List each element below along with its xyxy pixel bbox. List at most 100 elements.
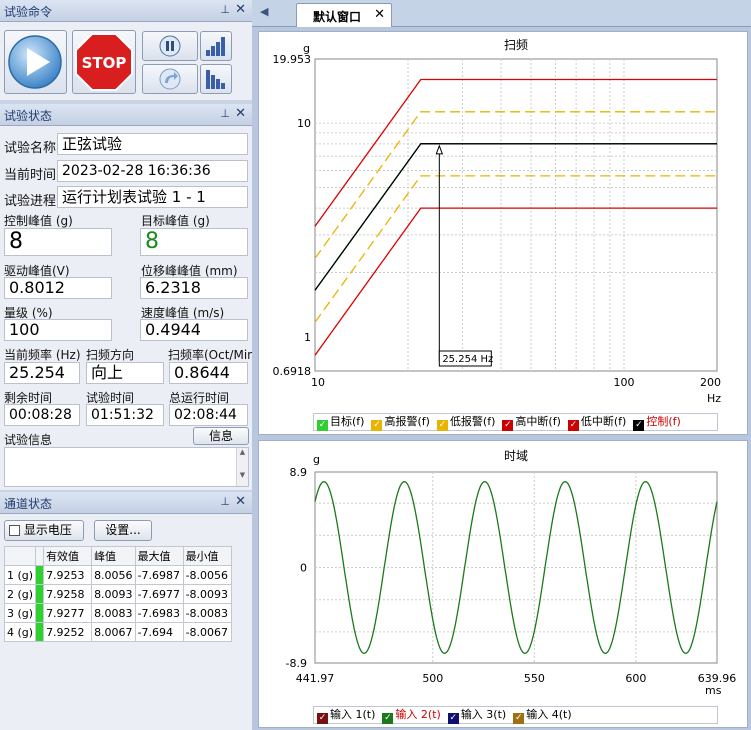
- channel-table: 有效值 峰值 最大值 最小值 1 (g) 7.9253 8.0056 -7.69…: [3, 546, 232, 642]
- document-area: ◀ 默认窗口 ✕ 扫频 g Hz 19.953 10 1 0.6918 10 100 200 25.…: [252, 0, 751, 730]
- pin-icon[interactable]: ⊥: [220, 3, 230, 16]
- y-tick-label: 0: [300, 562, 307, 575]
- sweep-direction-label: 扫频方向: [86, 348, 135, 362]
- tab-bar: ◀ 默认窗口 ✕: [252, 0, 751, 27]
- pin-icon[interactable]: ⊥: [220, 107, 230, 120]
- x-tick-label: 100: [613, 376, 634, 389]
- pause-button[interactable]: [142, 31, 198, 61]
- legend-checkbox-icon[interactable]: ✓: [567, 420, 579, 431]
- series-line: [314, 78, 717, 227]
- table-row[interactable]: 1 (g) 7.9253 8.0056 -7.6987 -8.0056: [3, 565, 232, 585]
- pin-icon[interactable]: ⊥: [220, 495, 230, 508]
- control-peak-value: 8: [4, 228, 112, 256]
- time-chart[interactable]: 时域 g ms 8.9 0 -8.9 441.97 500 550 600 639.96: [259, 441, 747, 727]
- x-tick-label: 600: [625, 672, 646, 685]
- min-cell: -8.0083: [182, 603, 232, 623]
- pause-icon: [159, 35, 181, 57]
- peak-cell: 8.0056: [91, 565, 136, 585]
- show-voltage-label: 显示电压: [23, 523, 72, 537]
- sweep-rate-value: 0.8644: [169, 362, 248, 384]
- peak-cell: 8.0093: [91, 584, 136, 604]
- series-line: [314, 111, 717, 259]
- continue-button[interactable]: [142, 64, 198, 94]
- current-frequency-value: 25.254: [4, 362, 80, 384]
- close-icon[interactable]: ✕: [235, 494, 246, 509]
- left-dock: 试验命令 ⊥ ✕ STOP 试验状态 ⊥ ✕ 试验名称 正弦试验 当前时间 20…: [0, 0, 259, 730]
- channel-panel-header: 通道状态 ⊥ ✕: [0, 492, 252, 514]
- remaining-time-value: 00:08:28: [4, 404, 80, 426]
- y-tick-label: 8.9: [290, 466, 308, 479]
- legend-item[interactable]: ✓ 控制(f): [630, 414, 681, 431]
- column-header: 峰值: [91, 546, 136, 566]
- legend-checkbox-icon[interactable]: ✓: [436, 420, 448, 431]
- control-peak-label: 控制峰值 (g): [4, 214, 73, 228]
- legend-checkbox-icon[interactable]: ✓: [371, 420, 383, 431]
- legend-item[interactable]: ✓ 低报警(f): [434, 414, 495, 431]
- info-button[interactable]: 信息: [193, 427, 249, 445]
- legend-checkbox-icon[interactable]: ✓: [502, 420, 514, 431]
- test-info-label: 试验信息: [4, 433, 53, 447]
- sweep-legend: ✓ 目标(f) ✓ 高报警(f) ✓ 低报警(f) ✓ 高中断(f) ✓ 低中断(f) ✓ 控制(f): [313, 413, 718, 431]
- legend-item[interactable]: ✓ 输入 2(t): [379, 707, 441, 724]
- start-button[interactable]: [4, 30, 67, 94]
- min-cell: -8.0056: [182, 565, 232, 585]
- level-up-button[interactable]: [200, 31, 232, 61]
- table-header-row: 有效值 峰值 最大值 最小值: [3, 546, 232, 566]
- table-row[interactable]: 4 (g) 7.9252 8.0067 -7.694 -8.0067: [3, 622, 232, 642]
- test-info-textarea[interactable]: [4, 447, 249, 487]
- channel-status-indicator: [35, 584, 45, 604]
- bar-chart-up-icon: [206, 37, 225, 56]
- legend-item[interactable]: ✓ 目标(f): [314, 414, 364, 431]
- legend-item[interactable]: ✓ 高报警(f): [368, 414, 430, 431]
- close-tab-icon[interactable]: ✕: [374, 7, 385, 22]
- legend-label: 低报警(f): [449, 415, 496, 428]
- legend-checkbox-icon[interactable]: ✓: [382, 713, 394, 724]
- legend-item[interactable]: ✓ 输入 4(t): [510, 707, 572, 724]
- show-voltage-toggle[interactable]: 显示电压: [4, 520, 84, 541]
- channel-name: 4 (g): [3, 622, 37, 642]
- legend-label: 低中断(f): [580, 415, 627, 428]
- current-time-label: 当前时间: [4, 168, 57, 183]
- stop-label: STOP: [82, 54, 127, 72]
- legend-item[interactable]: ✓ 低中断(f): [565, 414, 626, 431]
- test-time-value: 01:51:32: [86, 404, 164, 426]
- legend-label: 控制(f): [646, 415, 681, 428]
- redo-arrow-icon: [159, 68, 181, 90]
- stop-button[interactable]: STOP: [72, 30, 136, 94]
- sweep-chart[interactable]: 扫频gHz19.9531010.691810 100 20025.254 Hz: [259, 32, 747, 434]
- settings-button[interactable]: 设置...: [94, 520, 152, 541]
- cursor-label: 25.254 Hz: [442, 354, 493, 365]
- channel-name: 3 (g): [3, 603, 37, 623]
- test-name-value: 正弦试验: [57, 133, 248, 155]
- table-row[interactable]: 2 (g) 7.9258 8.0093 -7.6977 -8.0093: [3, 584, 232, 604]
- legend-checkbox-icon[interactable]: ✓: [447, 713, 459, 724]
- close-icon[interactable]: ✕: [235, 2, 246, 17]
- legend-item[interactable]: ✓ 输入 3(t): [445, 707, 506, 724]
- tab-default-window[interactable]: 默认窗口 ✕: [296, 3, 392, 27]
- legend-label: 输入 3(t): [460, 708, 507, 721]
- scroll-up-icon[interactable]: ▲: [237, 448, 248, 456]
- legend-checkbox-icon[interactable]: ✓: [513, 713, 525, 724]
- drive-peak-value: 0.8012: [4, 277, 112, 299]
- total-runtime-value: 02:08:44: [169, 404, 248, 426]
- legend-item[interactable]: ✓ 输入 1(t): [314, 707, 375, 724]
- max-cell: -7.694: [134, 622, 184, 642]
- scroll-down-icon[interactable]: ▼: [237, 471, 248, 479]
- x-tick-label: 639.96: [698, 672, 737, 685]
- level-down-button[interactable]: [200, 64, 232, 94]
- legend-label: 目标(f): [330, 415, 365, 428]
- panel-title: 试验命令: [4, 5, 53, 19]
- panel-title: 通道状态: [4, 497, 53, 511]
- info-scrollbar[interactable]: ▲ ▼: [236, 448, 248, 486]
- close-icon[interactable]: ✕: [235, 106, 246, 121]
- legend-checkbox-icon[interactable]: ✓: [317, 420, 328, 431]
- channel-status-indicator: [35, 603, 45, 623]
- legend-label: 输入 1(t): [330, 708, 376, 721]
- legend-item[interactable]: ✓ 高中断(f): [499, 414, 561, 431]
- legend-checkbox-icon[interactable]: ✓: [633, 420, 645, 431]
- checkbox-icon[interactable]: [9, 525, 20, 536]
- series-line: [314, 207, 717, 356]
- tab-scroll-left-icon[interactable]: ◀: [260, 5, 268, 18]
- table-row[interactable]: 3 (g) 7.9277 8.0083 -7.6983 -8.0083: [3, 603, 232, 623]
- legend-checkbox-icon[interactable]: ✓: [317, 713, 328, 724]
